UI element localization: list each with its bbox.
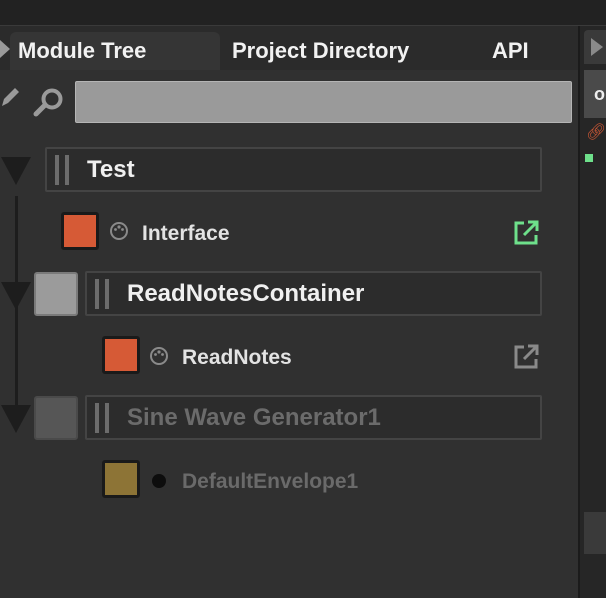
collapse-sine-wave-generator1-icon[interactable] bbox=[1, 405, 31, 433]
node-label-test: Test bbox=[87, 156, 135, 183]
status-dot-icon bbox=[152, 474, 166, 488]
container-toggle-readnotescontainer[interactable] bbox=[34, 272, 78, 316]
module-color-swatch-defaultenvelope1[interactable] bbox=[102, 460, 140, 498]
node-label-readnotescontainer: ReadNotesContainer bbox=[127, 280, 365, 307]
status-indicator bbox=[585, 154, 593, 162]
search-icon[interactable] bbox=[30, 86, 66, 118]
external-link-icon[interactable] bbox=[511, 342, 541, 372]
tree-node-sine-wave-generator1[interactable]: Sine Wave Generator1 bbox=[85, 395, 542, 440]
drag-handle-icon[interactable] bbox=[95, 279, 109, 309]
container-toggle-sine-wave-generator1[interactable] bbox=[34, 396, 78, 440]
link-icon[interactable]: 🔗︎ bbox=[586, 122, 606, 142]
window-top-bar bbox=[0, 0, 606, 26]
tab-project-directory[interactable]: Project Directory bbox=[232, 32, 409, 70]
tree-node-test[interactable]: Test bbox=[45, 147, 542, 192]
play-icon[interactable] bbox=[591, 38, 603, 56]
tab-module-tree[interactable]: Module Tree bbox=[10, 32, 220, 70]
knob-icon bbox=[110, 222, 128, 240]
tab-api[interactable]: API bbox=[492, 32, 529, 70]
tree-node-readnotescontainer[interactable]: ReadNotesContainer bbox=[85, 271, 542, 316]
right-panel-tab-label: o bbox=[594, 84, 605, 104]
pencil-icon[interactable] bbox=[0, 84, 20, 110]
collapse-test-icon[interactable] bbox=[1, 157, 31, 185]
module-color-swatch-readnotes[interactable] bbox=[102, 336, 140, 374]
tab-scroll-left-icon[interactable] bbox=[0, 40, 10, 58]
module-filter-input[interactable] bbox=[75, 81, 572, 123]
collapse-readnotescontainer-icon[interactable] bbox=[1, 282, 31, 310]
module-color-swatch-interface[interactable] bbox=[61, 212, 99, 250]
right-panel-lower-tab[interactable] bbox=[584, 512, 606, 554]
node-label-sine-wave-generator1: Sine Wave Generator1 bbox=[127, 404, 381, 431]
external-link-icon[interactable] bbox=[511, 218, 541, 248]
module-label-defaultenvelope1[interactable]: DefaultEnvelope1 bbox=[182, 470, 358, 494]
drag-handle-icon[interactable] bbox=[55, 155, 69, 185]
drag-handle-icon[interactable] bbox=[95, 403, 109, 433]
module-label-readnotes[interactable]: ReadNotes bbox=[182, 346, 292, 370]
tree-connector-line bbox=[15, 196, 18, 428]
knob-icon bbox=[150, 347, 168, 365]
module-label-interface[interactable]: Interface bbox=[142, 222, 230, 246]
